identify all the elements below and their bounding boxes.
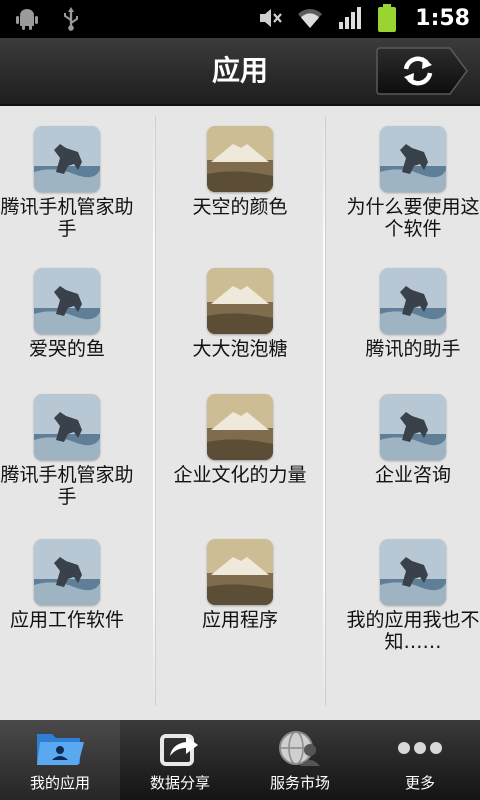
tab-data-share[interactable]: 数据分享 [120,720,240,800]
app-label: 我的应用我也不知…… [346,609,480,653]
app-label: 腾讯手机管家助手 [0,196,134,240]
tab-label: 数据分享 [149,774,210,792]
tab-service-market[interactable]: 服务市场 [240,720,360,800]
app-label: 腾讯手机管家助手 [0,464,134,508]
horse-thumbnail-icon [34,539,100,605]
android-debug-icon [16,9,38,30]
app-item[interactable]: 腾讯手机管家助手 [0,394,137,508]
more-dots-icon [398,742,442,754]
horse-thumbnail-icon [34,394,100,460]
share-icon [160,734,198,766]
app-item[interactable]: 爱哭的鱼 [0,268,137,360]
folder-user-icon [37,734,84,765]
signal-icon [339,7,362,29]
app-label: 企业咨询 [374,464,451,486]
app-item[interactable]: 为什么要使用这个软件 [343,126,480,240]
app-item[interactable]: 腾讯的助手 [343,268,480,360]
app-item[interactable]: 企业咨询 [343,394,480,486]
clock: 1:58 [415,5,470,31]
refresh-button[interactable] [376,47,468,95]
horse-thumbnail-icon [380,539,446,605]
usb-icon [64,7,78,31]
app-label: 应用程序 [201,609,278,631]
tab-more[interactable]: 更多 [360,720,480,800]
column-divider [153,116,155,706]
app-item[interactable]: 天空的颜色 [170,126,310,218]
app-item[interactable]: 应用程序 [170,539,310,631]
horse-thumbnail-icon [34,126,100,192]
app-item[interactable]: 企业文化的力量 [170,394,310,486]
tab-label: 我的应用 [29,774,90,792]
app-item[interactable]: 腾讯手机管家助手 [0,126,137,240]
horse-thumbnail-icon [380,394,446,460]
mute-icon [260,9,283,27]
app-label: 天空的颜色 [192,196,288,218]
app-label: 爱哭的鱼 [28,338,105,360]
globe-user-icon [279,731,320,766]
tab-label: 服务市场 [269,774,330,792]
app-item[interactable]: 应用工作软件 [0,539,137,631]
app-grid: 腾讯手机管家助手 天空的颜色 为什么要使用这个软件 爱哭的鱼 大大泡泡糖 腾讯的… [0,106,480,720]
column-divider [323,116,325,706]
tab-label: 更多 [404,774,435,792]
app-label: 大大泡泡糖 [192,338,288,360]
mountain-thumbnail-icon [207,394,273,460]
bottom-tab-bar: 我的应用 数据分享 服务市场 更多 [0,720,480,800]
app-item[interactable]: 我的应用我也不知…… [343,539,480,653]
app-label: 应用工作软件 [9,609,124,631]
status-bar: 1:58 [0,0,480,38]
mountain-thumbnail-icon [207,268,273,334]
wifi-icon [298,9,323,29]
app-label: 企业文化的力量 [173,464,307,486]
mountain-thumbnail-icon [207,539,273,605]
horse-thumbnail-icon [380,268,446,334]
title-bar: 应用 [0,38,480,106]
battery-icon [378,4,397,32]
horse-thumbnail-icon [34,268,100,334]
horse-thumbnail-icon [380,126,446,192]
app-label: 为什么要使用这个软件 [346,196,480,240]
app-item[interactable]: 大大泡泡糖 [170,268,310,360]
mountain-thumbnail-icon [207,126,273,192]
tab-my-apps[interactable]: 我的应用 [0,720,120,800]
app-label: 腾讯的助手 [365,338,461,360]
